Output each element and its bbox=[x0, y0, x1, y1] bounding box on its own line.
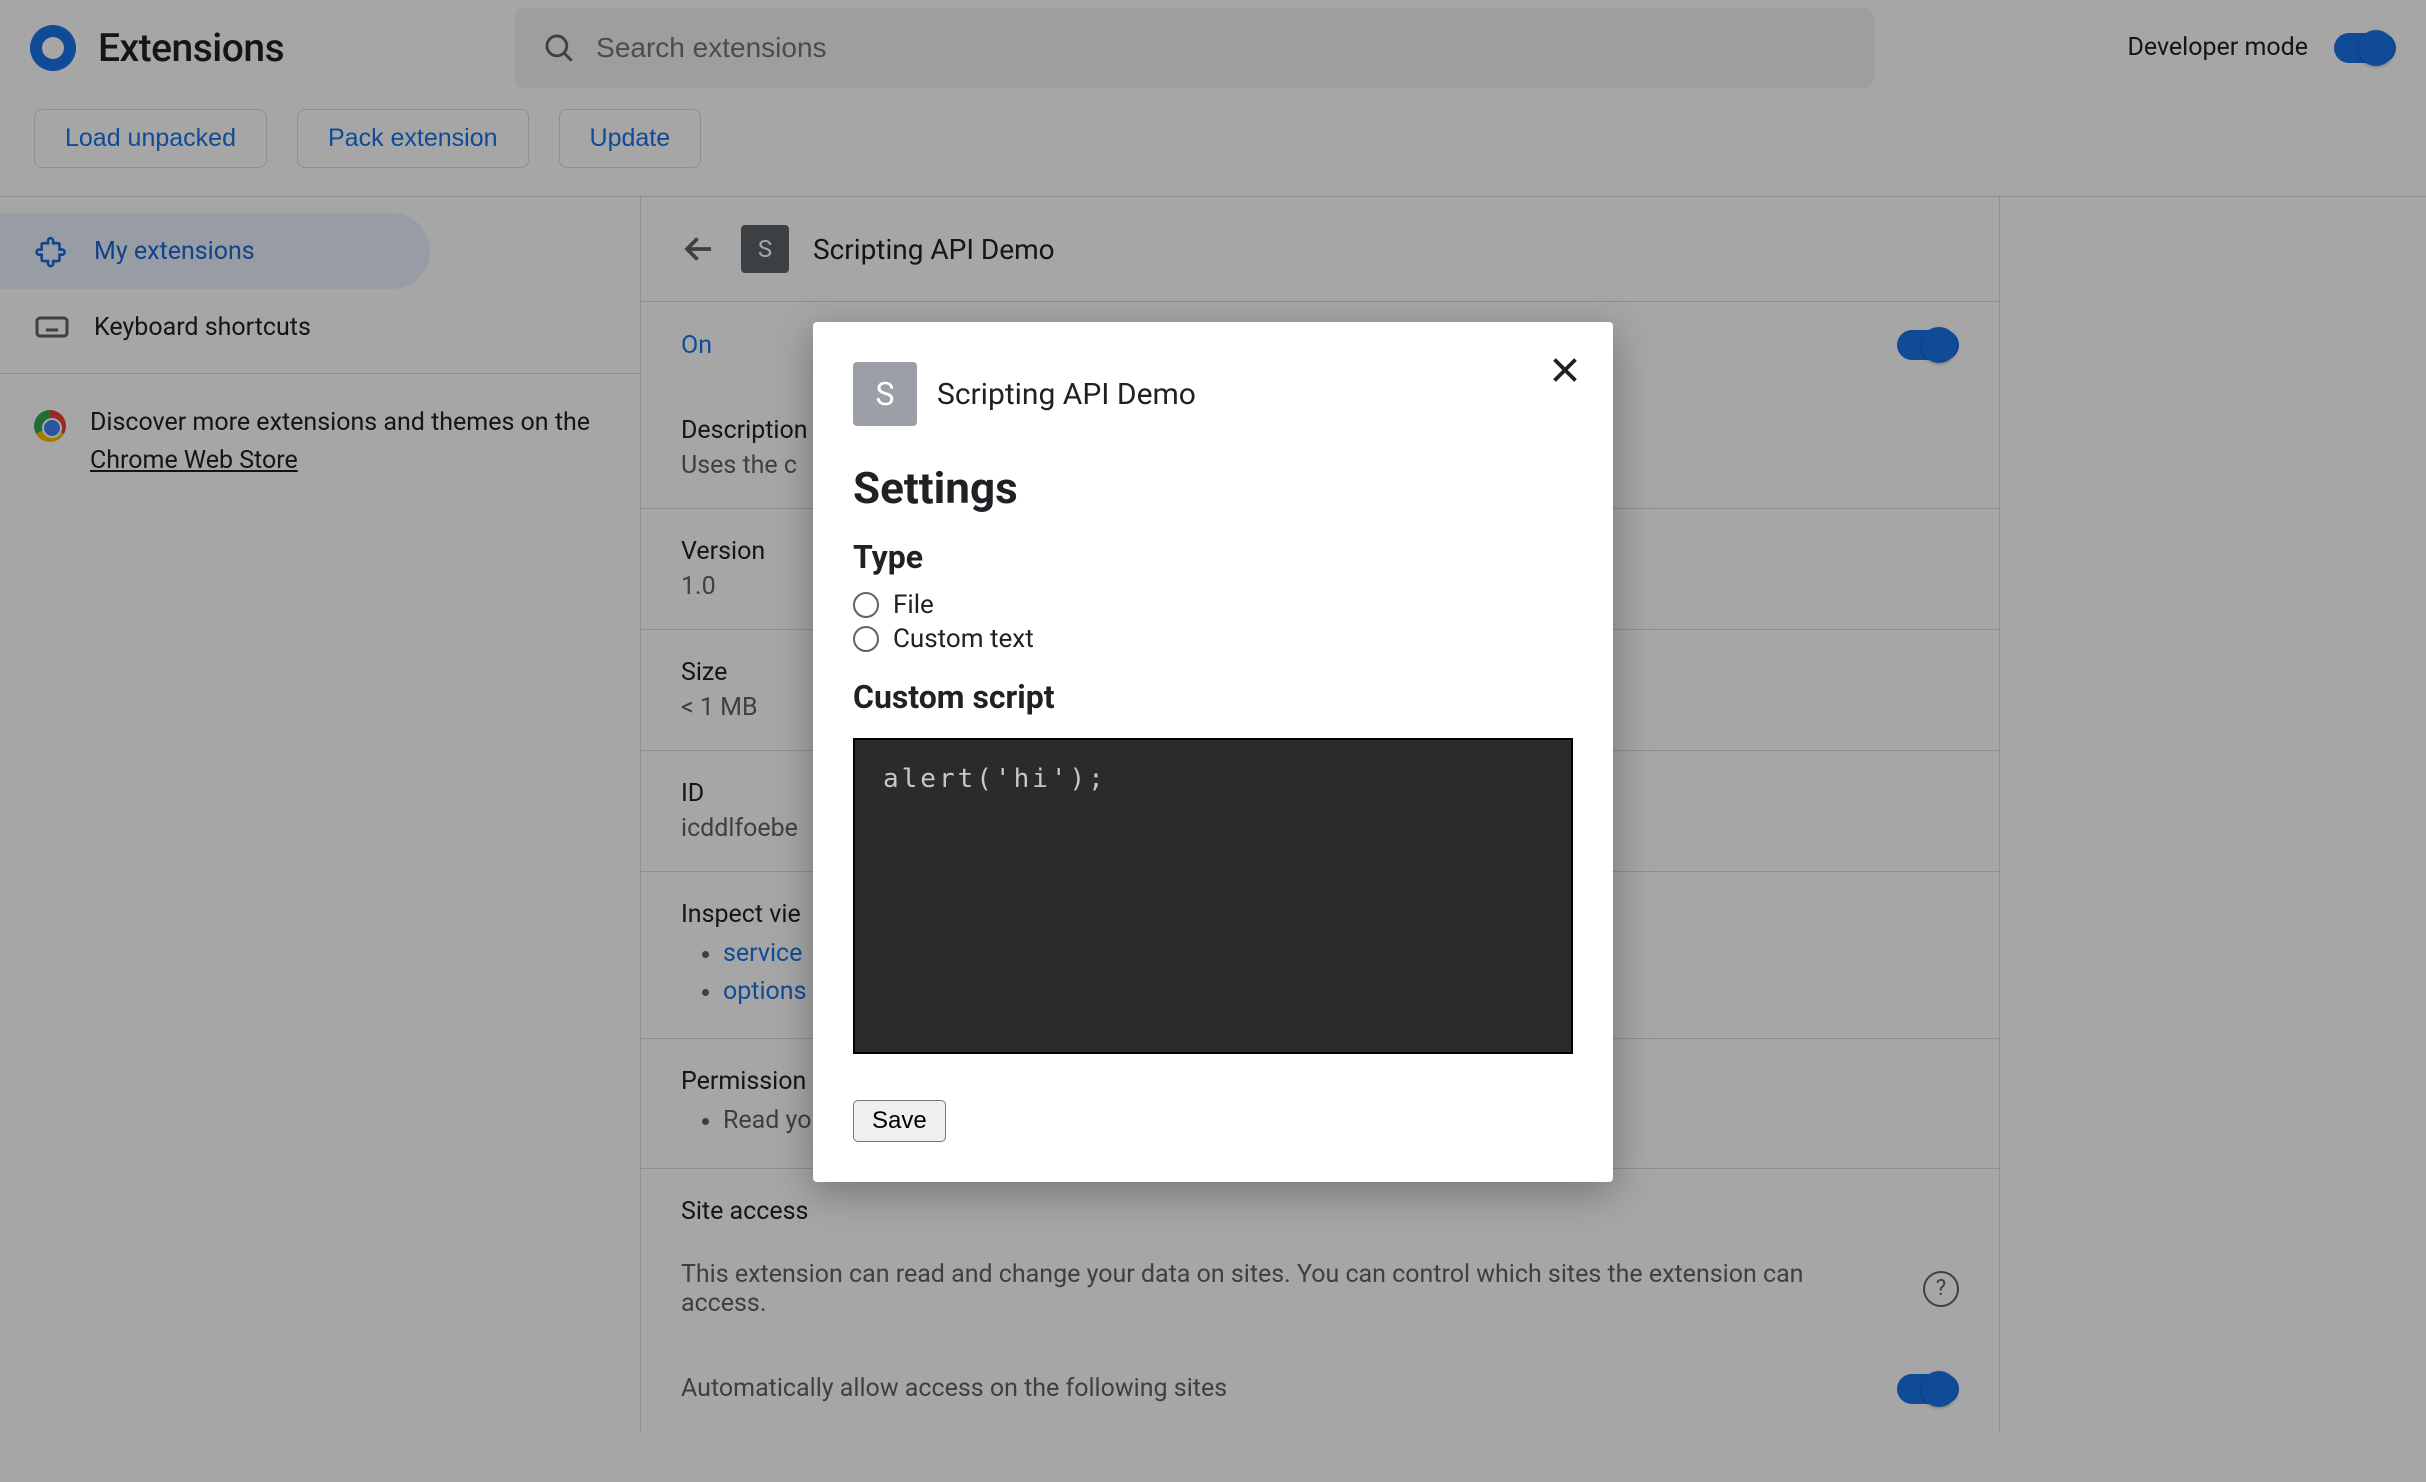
settings-modal: S Scripting API Demo Settings Type File … bbox=[813, 322, 1613, 1182]
modal-extension-name: Scripting API Demo bbox=[937, 377, 1196, 412]
type-option-file[interactable]: File bbox=[853, 590, 1573, 620]
modal-extension-icon: S bbox=[853, 362, 917, 426]
radio-icon bbox=[853, 626, 879, 652]
radio-icon bbox=[853, 592, 879, 618]
type-heading: Type bbox=[853, 538, 1573, 576]
type-option-custom-text[interactable]: Custom text bbox=[853, 624, 1573, 654]
close-icon[interactable] bbox=[1547, 352, 1583, 388]
modal-heading: Settings bbox=[853, 462, 1573, 514]
save-button[interactable]: Save bbox=[853, 1100, 946, 1142]
custom-script-heading: Custom script bbox=[853, 678, 1573, 716]
custom-script-textarea[interactable] bbox=[853, 738, 1573, 1054]
modal-overlay: S Scripting API Demo Settings Type File … bbox=[0, 0, 2426, 1482]
radio-label: Custom text bbox=[893, 624, 1034, 654]
radio-label: File bbox=[893, 590, 934, 620]
